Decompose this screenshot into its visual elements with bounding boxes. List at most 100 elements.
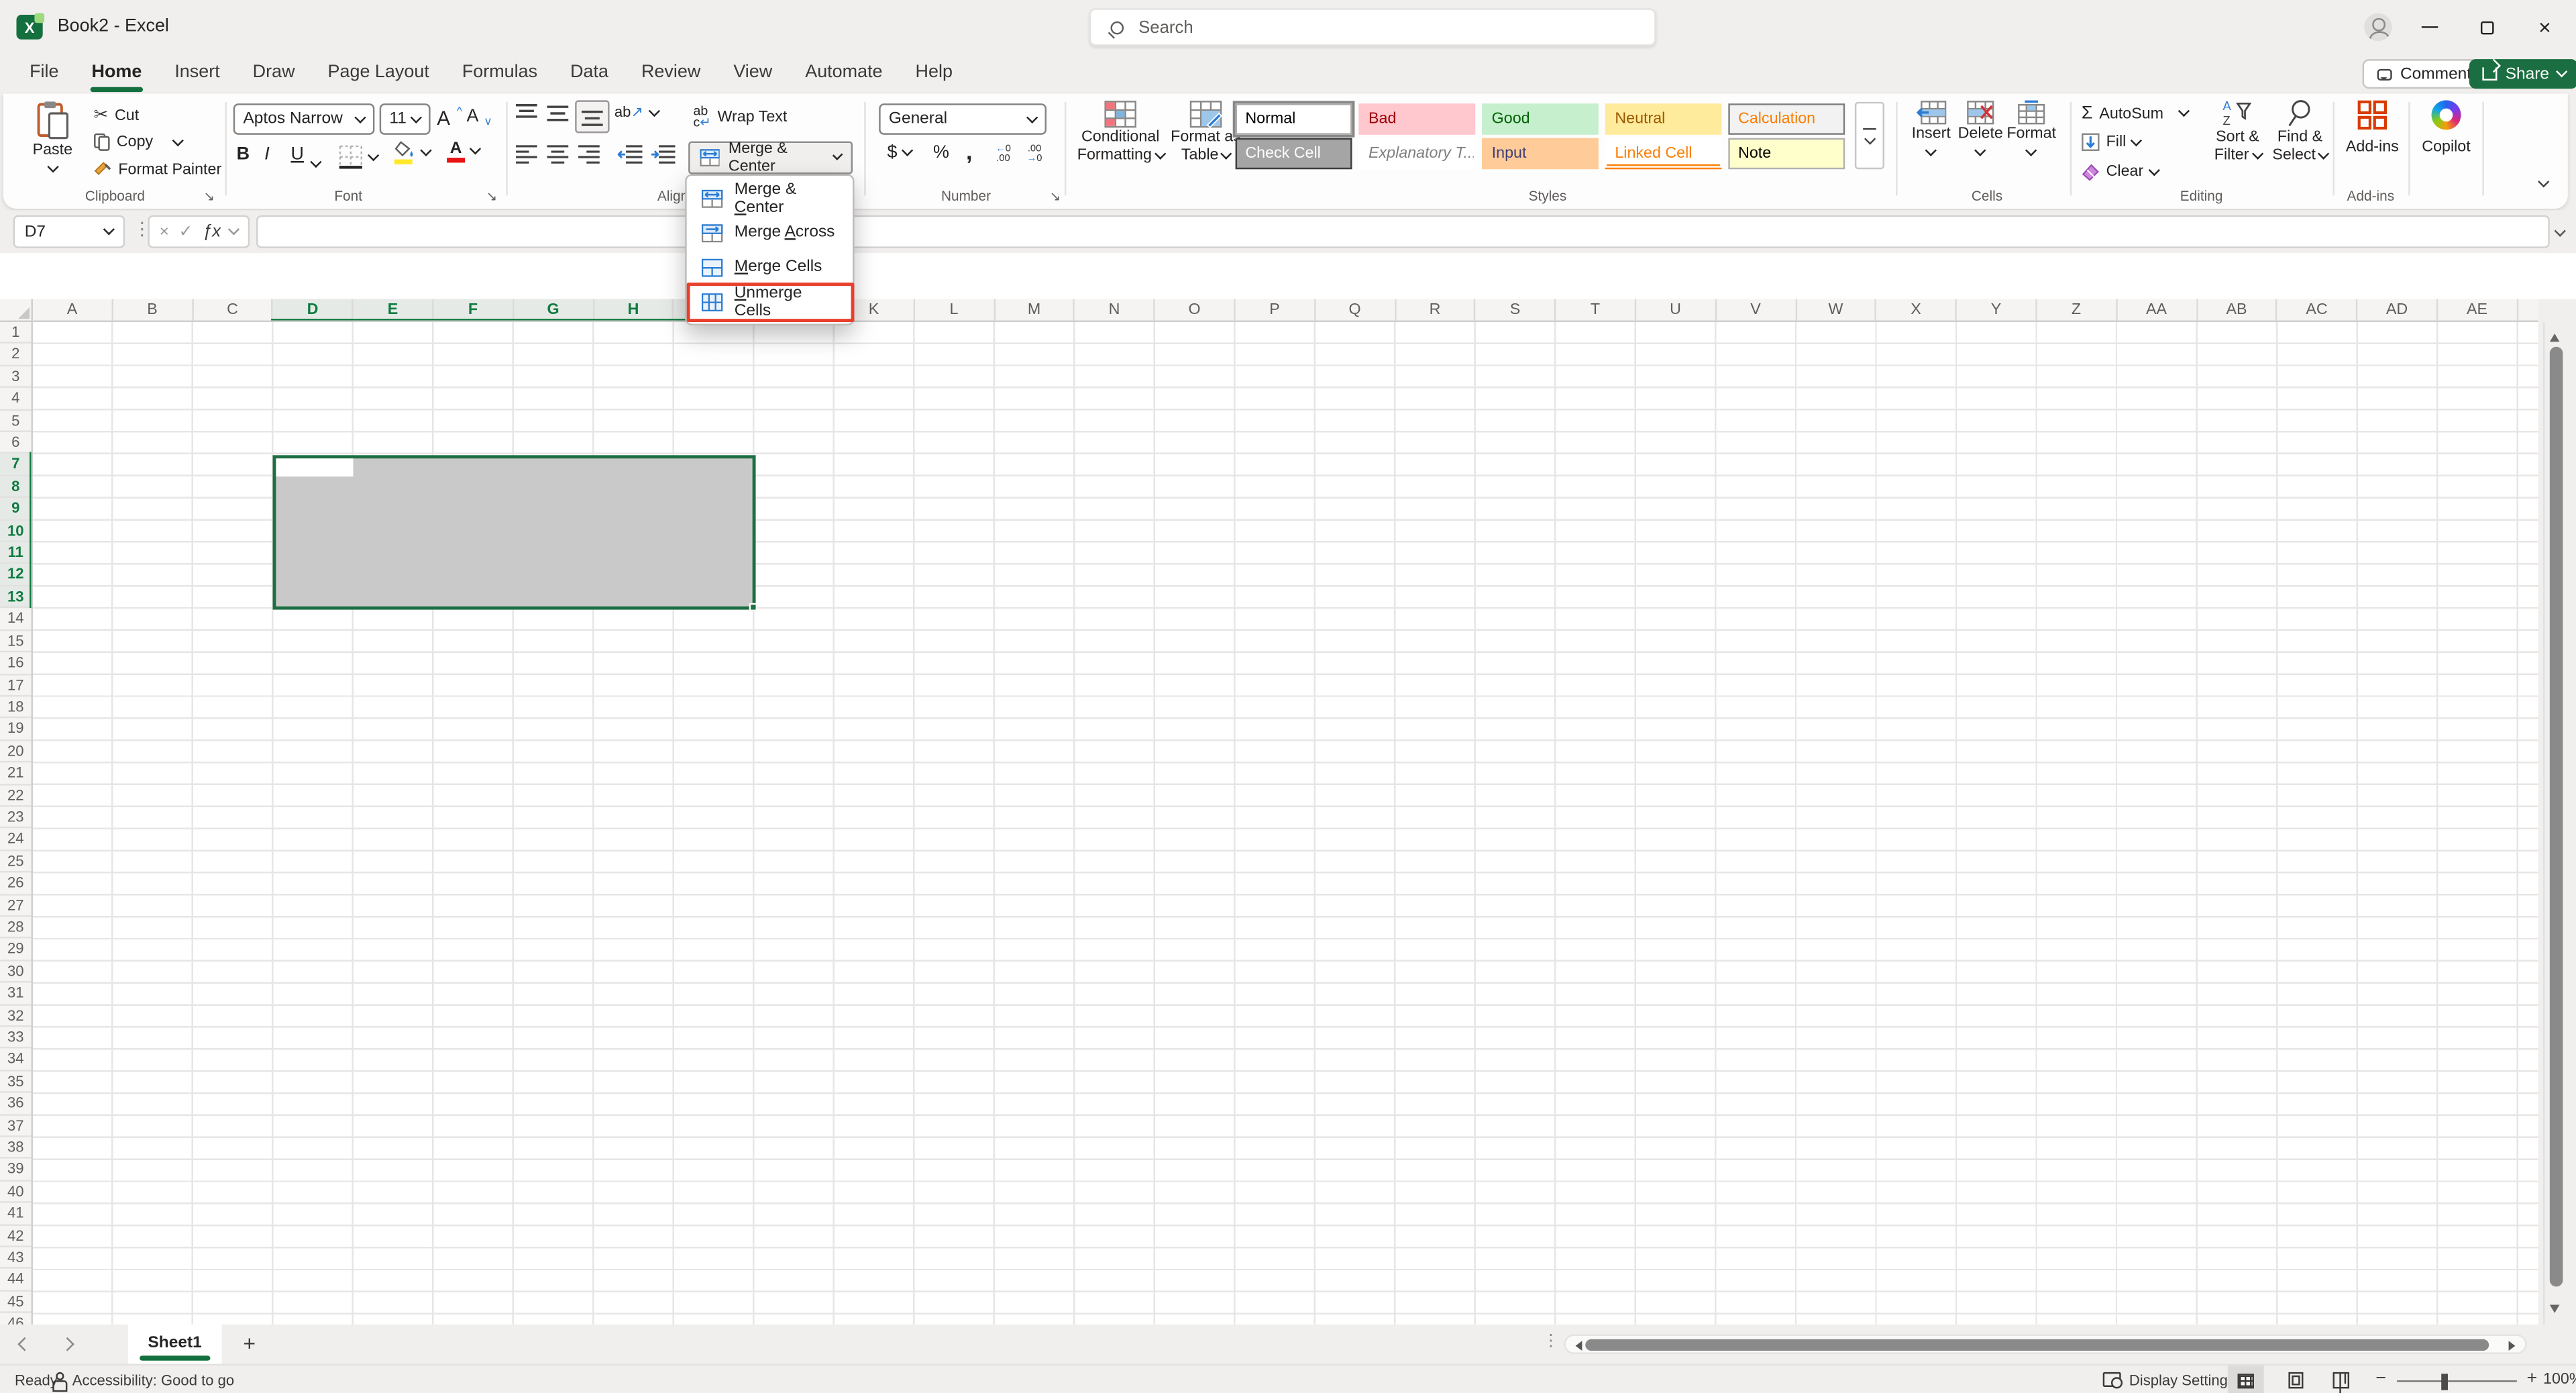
next-sheet-icon[interactable]: [60, 1337, 74, 1351]
row-header-15[interactable]: 15: [0, 631, 32, 653]
grid-cells[interactable]: [33, 322, 2538, 1325]
zoom-level[interactable]: 100%: [2543, 1365, 2576, 1393]
style-check-cell[interactable]: Check Cell: [1236, 137, 1352, 168]
vertical-scrollbar[interactable]: [2543, 322, 2565, 1325]
display-settings-button[interactable]: Display Settings: [2129, 1365, 2235, 1393]
column-header-AB[interactable]: AB: [2198, 299, 2278, 321]
row-header-11[interactable]: 11: [0, 542, 32, 564]
column-header-G[interactable]: G: [514, 299, 594, 321]
row-header-45[interactable]: 45: [0, 1292, 32, 1314]
underline-button[interactable]: U: [290, 145, 303, 164]
previous-sheet-icon[interactable]: [17, 1337, 32, 1351]
tab-automate[interactable]: Automate: [789, 54, 899, 94]
align-left-button[interactable]: [516, 145, 537, 164]
copilot-button[interactable]: Copilot: [2414, 100, 2479, 156]
paste-button[interactable]: Paste: [23, 100, 82, 172]
styles-gallery-more-button[interactable]: [1855, 102, 1884, 169]
column-header-P[interactable]: P: [1236, 299, 1316, 321]
zoom-slider-handle[interactable]: [2441, 1373, 2448, 1389]
row-header-26[interactable]: 26: [0, 873, 32, 895]
row-header-42[interactable]: 42: [0, 1225, 32, 1247]
orientation-button[interactable]: ab↗: [614, 103, 657, 121]
italic-button[interactable]: I: [264, 145, 270, 164]
column-header-AD[interactable]: AD: [2358, 299, 2438, 321]
row-header-1[interactable]: 1: [0, 322, 32, 344]
tab-draw[interactable]: Draw: [236, 54, 311, 94]
underline-menu-chevron[interactable]: [311, 156, 321, 167]
grow-font-button[interactable]: A^: [437, 107, 462, 130]
row-header-6[interactable]: 6: [0, 432, 32, 454]
close-button[interactable]: ×: [2518, 0, 2571, 54]
zoom-slider-track[interactable]: [2397, 1380, 2517, 1382]
align-bottom-button[interactable]: [575, 100, 609, 133]
fill-handle[interactable]: [749, 603, 757, 611]
row-header-43[interactable]: 43: [0, 1247, 32, 1270]
percent-style-button[interactable]: %: [933, 143, 949, 162]
increase-decimal-button[interactable]: ←0.00: [996, 145, 1011, 164]
column-header-AE[interactable]: AE: [2438, 299, 2518, 321]
menu-item-unmerge-cells[interactable]: Unmerge Cells: [687, 285, 853, 319]
row-header-8[interactable]: 8: [0, 476, 32, 499]
font-color-button[interactable]: A: [447, 142, 479, 162]
expand-formula-bar-chevron[interactable]: [2555, 225, 2565, 236]
tab-formulas[interactable]: Formulas: [445, 54, 553, 94]
row-header-30[interactable]: 30: [0, 961, 32, 983]
clipboard-dialog-launcher[interactable]: ↘: [204, 189, 215, 204]
column-header-O[interactable]: O: [1155, 299, 1236, 321]
tab-page-layout[interactable]: Page Layout: [311, 54, 445, 94]
column-header-A[interactable]: A: [33, 299, 113, 321]
row-header-9[interactable]: 9: [0, 499, 32, 521]
shrink-font-button[interactable]: Av: [467, 107, 491, 126]
active-cell[interactable]: [276, 458, 353, 476]
comma-style-button[interactable]: ,: [966, 138, 973, 164]
name-box[interactable]: D7: [13, 215, 125, 248]
wrap-text-button[interactable]: abc↵ Wrap Text: [693, 105, 787, 128]
chevron-down-icon[interactable]: [229, 224, 239, 235]
row-header-2[interactable]: 2: [0, 344, 32, 366]
menu-item-merge-across[interactable]: Merge Across: [687, 215, 853, 250]
accounting-format-button[interactable]: $: [887, 143, 911, 162]
cut-button[interactable]: ✂ Cut: [94, 105, 140, 125]
scroll-left-icon[interactable]: [1570, 1340, 1582, 1350]
row-header-3[interactable]: 3: [0, 366, 32, 389]
row-header-29[interactable]: 29: [0, 939, 32, 961]
row-header-14[interactable]: 14: [0, 609, 32, 631]
accessibility-status[interactable]: Accessibility: Good to go: [72, 1365, 234, 1393]
sheet-tab-sheet1[interactable]: Sheet1: [128, 1325, 221, 1364]
row-header-5[interactable]: 5: [0, 410, 32, 432]
vertical-scroll-thumb[interactable]: [2549, 347, 2563, 1287]
tab-help[interactable]: Help: [899, 54, 969, 94]
column-header-B[interactable]: B: [113, 299, 193, 321]
page-break-view-button[interactable]: [2323, 1365, 2359, 1393]
font-size-select[interactable]: 11: [380, 103, 431, 135]
minimize-button[interactable]: [2404, 0, 2456, 54]
tab-home[interactable]: Home: [75, 54, 158, 94]
copy-button[interactable]: Copy: [94, 133, 182, 151]
scroll-up-icon[interactable]: [2550, 329, 2560, 342]
column-header-T[interactable]: T: [1556, 299, 1637, 321]
row-header-37[interactable]: 37: [0, 1115, 32, 1137]
column-header-N[interactable]: N: [1075, 299, 1156, 321]
sort-filter-button[interactable]: A Z Sort & Filter: [2208, 99, 2267, 164]
style-neutral[interactable]: Neutral: [1605, 103, 1722, 134]
style-good[interactable]: Good: [1482, 103, 1599, 134]
column-header-U[interactable]: U: [1636, 299, 1717, 321]
horizontal-scrollbar[interactable]: [1564, 1335, 2526, 1354]
column-header-W[interactable]: W: [1796, 299, 1877, 321]
row-header-19[interactable]: 19: [0, 719, 32, 741]
row-header-4[interactable]: 4: [0, 388, 32, 410]
column-header-L[interactable]: L: [915, 299, 996, 321]
column-header-Z[interactable]: Z: [2037, 299, 2118, 321]
format-as-table-button[interactable]: Format as Table: [1165, 100, 1246, 164]
style-linked-cell[interactable]: Linked Cell: [1605, 137, 1722, 168]
row-header-41[interactable]: 41: [0, 1203, 32, 1225]
column-header-H[interactable]: H: [594, 299, 674, 321]
zoom-out-button[interactable]: −: [2375, 1365, 2386, 1393]
insert-cells-button[interactable]: Insert: [1909, 100, 1953, 155]
row-header-32[interactable]: 32: [0, 1005, 32, 1027]
row-header-33[interactable]: 33: [0, 1027, 32, 1049]
column-header-X[interactable]: X: [1877, 299, 1957, 321]
select-all-corner[interactable]: [0, 299, 33, 322]
style-explanatory-t[interactable]: Explanatory T...: [1358, 137, 1475, 168]
formula-input[interactable]: [256, 215, 2550, 248]
